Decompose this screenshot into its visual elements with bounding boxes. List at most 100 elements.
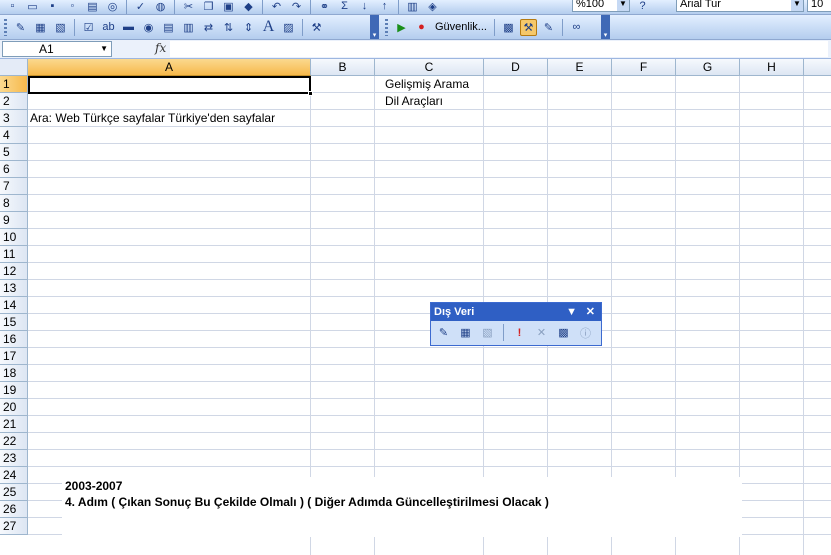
permission-icon[interactable]: ◦ xyxy=(64,0,81,14)
print-icon[interactable]: ▤ xyxy=(84,0,101,14)
row-header-4[interactable]: 4 xyxy=(0,127,28,144)
refresh-data-icon[interactable]: ! xyxy=(511,324,528,341)
button-control-icon[interactable]: ▬ xyxy=(120,19,137,36)
toggle-button-icon[interactable]: ⇄ xyxy=(200,19,217,36)
row-header-2[interactable]: 2 xyxy=(0,93,28,110)
design-mode-toggle-icon[interactable]: ✎ xyxy=(540,19,557,36)
text-box-object[interactable]: 2003-2007 4. Adım ( Çıkan Sonuç Bu Çekil… xyxy=(62,477,742,537)
data-range-properties-icon[interactable]: ▦ xyxy=(457,324,474,341)
copy-icon[interactable]: ❐ xyxy=(200,0,217,14)
column-header-g[interactable]: G xyxy=(676,59,740,76)
research-icon[interactable]: ◍ xyxy=(152,0,169,14)
chevron-down-icon[interactable]: ▼ xyxy=(791,0,803,11)
name-box[interactable]: A1 ▼ xyxy=(2,41,112,57)
more-controls-icon[interactable]: ⚒ xyxy=(308,19,325,36)
design-mode-icon[interactable]: ✎ xyxy=(12,19,29,36)
active-cell-a1[interactable] xyxy=(28,76,311,94)
label-control-icon[interactable]: A xyxy=(260,18,277,36)
row-header-21[interactable]: 21 xyxy=(0,416,28,433)
spin-button-icon[interactable]: ⇅ xyxy=(220,19,237,36)
row-header-13[interactable]: 13 xyxy=(0,280,28,297)
column-header-next[interactable] xyxy=(804,59,831,76)
cut-icon[interactable]: ✂ xyxy=(180,0,197,14)
row-header-8[interactable]: 8 xyxy=(0,195,28,212)
row-header-20[interactable]: 20 xyxy=(0,399,28,416)
help-icon[interactable]: ? xyxy=(634,0,651,14)
control-toolbox-icon[interactable]: ⚒ xyxy=(519,18,537,36)
edit-query-icon[interactable]: ✎ xyxy=(435,324,452,341)
close-icon[interactable]: ✕ xyxy=(586,303,595,321)
row-header-24[interactable]: 24 xyxy=(0,467,28,484)
run-macro-icon[interactable]: ▶ xyxy=(393,19,410,36)
image-control-icon[interactable]: ▨ xyxy=(280,19,297,36)
row-header-14[interactable]: 14 xyxy=(0,297,28,314)
sort-descending-icon[interactable]: ↑ xyxy=(376,0,393,14)
row-header-11[interactable]: 11 xyxy=(0,246,28,263)
paste-icon[interactable]: ▣ xyxy=(220,0,237,14)
print-preview-icon[interactable]: ◎ xyxy=(104,0,121,14)
row-header-5[interactable]: 5 xyxy=(0,144,28,161)
zoom-select[interactable]: %100 ▼ xyxy=(572,0,630,12)
cell-a3[interactable]: Ara: Web Türkçe sayfalar Türkiye'den say… xyxy=(30,110,275,127)
format-painter-icon[interactable]: ◆ xyxy=(240,0,257,14)
undo-icon[interactable]: ↶ xyxy=(268,0,285,14)
textbox-control-icon[interactable]: ab xyxy=(100,19,117,36)
record-macro-icon[interactable]: ● xyxy=(413,19,430,36)
redo-icon[interactable]: ↷ xyxy=(288,0,305,14)
visual-basic-editor-icon[interactable]: ▩ xyxy=(500,19,517,36)
row-header-17[interactable]: 17 xyxy=(0,348,28,365)
font-size-select[interactable]: 10 xyxy=(807,0,831,12)
sort-ascending-icon[interactable]: ↓ xyxy=(356,0,373,14)
row-header-9[interactable]: 9 xyxy=(0,212,28,229)
row-header-7[interactable]: 7 xyxy=(0,178,28,195)
properties-icon[interactable]: ▦ xyxy=(32,19,49,36)
external-data-titlebar[interactable]: Dış Veri ▼ ✕ xyxy=(431,303,601,321)
external-data-toolbar[interactable]: Dış Veri ▼ ✕ ✎ ▦ ▧ ! ✕ ▩ ⓘ xyxy=(430,302,602,346)
column-header-h[interactable]: H xyxy=(740,59,804,76)
row-header-15[interactable]: 15 xyxy=(0,314,28,331)
listbox-icon[interactable]: ▤ xyxy=(160,19,177,36)
refresh-all-icon[interactable]: ▩ xyxy=(555,324,572,341)
save-icon[interactable]: ▪ xyxy=(44,0,61,14)
toolbar-options-icon[interactable]: ▾ xyxy=(601,15,610,39)
toolbar-options-icon[interactable]: ▼ xyxy=(566,303,577,321)
checkbox-control-icon[interactable]: ☑ xyxy=(80,19,97,36)
toolbar-options-icon[interactable]: ▾ xyxy=(370,15,379,39)
scrollbar-control-icon[interactable]: ⇕ xyxy=(240,19,257,36)
row-header-23[interactable]: 23 xyxy=(0,450,28,467)
row-header-22[interactable]: 22 xyxy=(0,433,28,450)
new-document-icon[interactable]: ▫ xyxy=(4,0,21,14)
row-header-26[interactable]: 26 xyxy=(0,501,28,518)
combobox-icon[interactable]: ▥ xyxy=(180,19,197,36)
column-header-c[interactable]: C xyxy=(375,59,484,76)
open-folder-icon[interactable]: ▭ xyxy=(24,0,41,14)
column-header-a[interactable]: A xyxy=(28,59,311,76)
spelling-icon[interactable]: ✓ xyxy=(132,0,149,14)
refresh-status-icon[interactable]: ⓘ xyxy=(577,324,594,341)
chevron-down-icon[interactable]: ▼ xyxy=(100,42,108,56)
row-header-6[interactable]: 6 xyxy=(0,161,28,178)
view-code-icon[interactable]: ▧ xyxy=(52,19,69,36)
autosum-icon[interactable]: Σ xyxy=(336,0,353,14)
cell-c2[interactable]: Dil Araçları xyxy=(385,93,443,110)
row-header-12[interactable]: 12 xyxy=(0,263,28,280)
security-button[interactable]: Güvenlik... xyxy=(433,21,489,33)
drawing-icon[interactable]: ◈ xyxy=(424,0,441,14)
hyperlink-icon[interactable]: ⚭ xyxy=(316,0,333,14)
column-header-b[interactable]: B xyxy=(311,59,375,76)
row-header-27[interactable]: 27 xyxy=(0,518,28,535)
row-header-25[interactable]: 25 xyxy=(0,484,28,501)
cancel-refresh-icon[interactable]: ✕ xyxy=(533,324,550,341)
row-header-1[interactable]: 1 xyxy=(0,76,28,93)
query-parameters-icon[interactable]: ▧ xyxy=(479,324,496,341)
row-header-18[interactable]: 18 xyxy=(0,365,28,382)
column-header-d[interactable]: D xyxy=(484,59,548,76)
row-header-19[interactable]: 19 xyxy=(0,382,28,399)
column-header-e[interactable]: E xyxy=(548,59,612,76)
cell-c1[interactable]: Gelişmiş Arama xyxy=(385,76,469,93)
formula-input[interactable] xyxy=(170,41,828,57)
select-all-corner[interactable] xyxy=(0,59,28,76)
row-header-10[interactable]: 10 xyxy=(0,229,28,246)
option-button-icon[interactable]: ◉ xyxy=(140,19,157,36)
column-header-f[interactable]: F xyxy=(612,59,676,76)
